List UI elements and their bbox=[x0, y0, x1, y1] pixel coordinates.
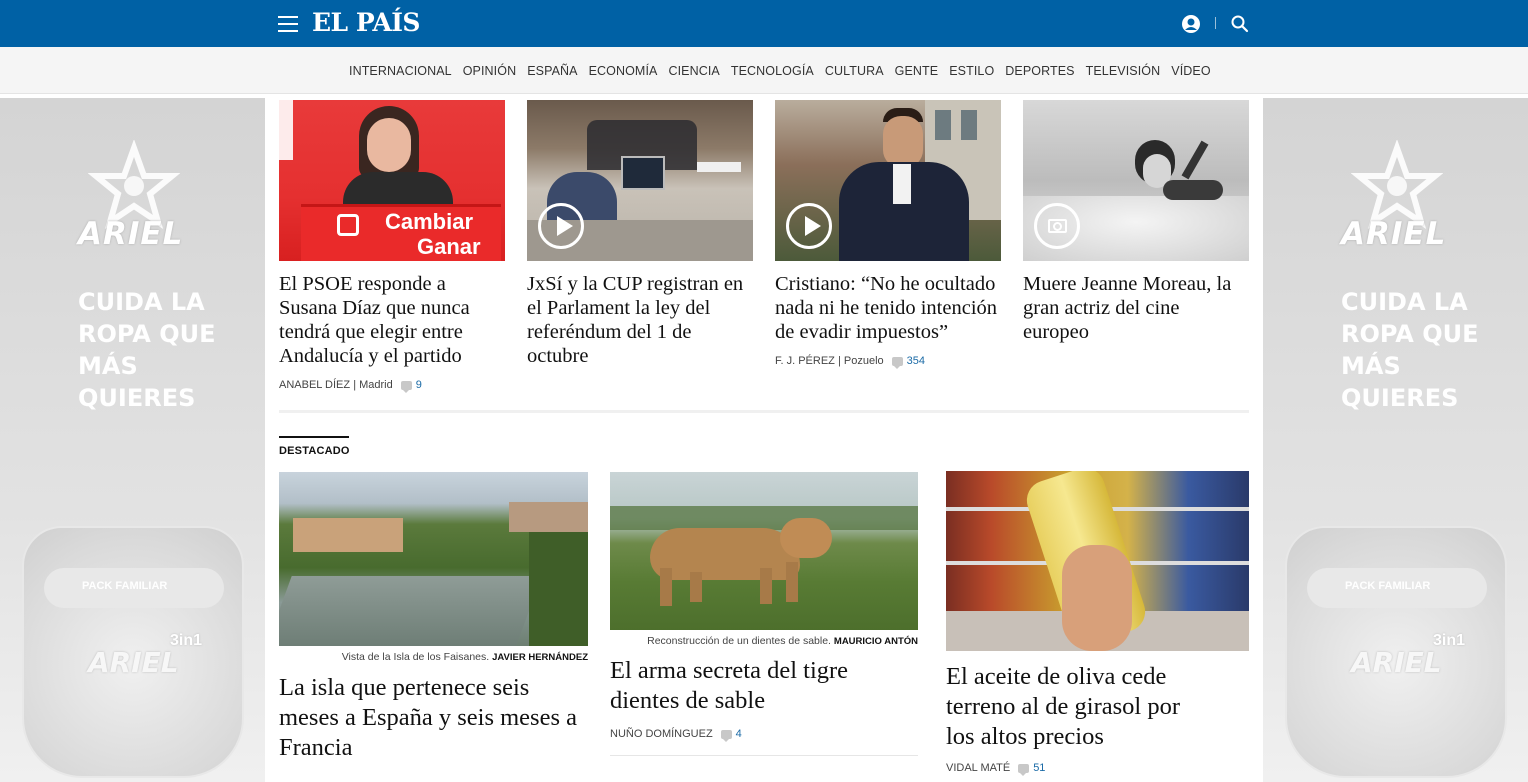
section-title: DESTACADO bbox=[279, 445, 350, 457]
story-headline[interactable]: El aceite de oliva cede terreno al de gi… bbox=[946, 662, 1206, 752]
story-author[interactable]: ANABEL DÍEZ bbox=[279, 379, 350, 391]
photo-gallery-icon[interactable] bbox=[1034, 203, 1080, 249]
olive-oil-bottle-image[interactable] bbox=[946, 471, 1249, 651]
section-divider bbox=[279, 410, 1249, 413]
comment-count[interactable]: 4 bbox=[736, 728, 742, 740]
river-island-image[interactable] bbox=[279, 472, 588, 646]
header-separator bbox=[1215, 17, 1216, 29]
comment-count[interactable]: 354 bbox=[907, 355, 925, 367]
play-video-icon[interactable] bbox=[786, 203, 832, 249]
ad-slogan: CUIDA LA ROPA QUE MÁS QUIERES bbox=[78, 288, 216, 412]
menu-icon[interactable] bbox=[278, 16, 298, 32]
nav-item-tecnologia[interactable]: TECNOLOGÍA bbox=[731, 64, 814, 78]
comment-count[interactable]: 9 bbox=[416, 379, 422, 391]
top-story-card: Cristiano: “No he ocultado nada ni he te… bbox=[775, 100, 1001, 369]
nav-item-estilo[interactable]: ESTILO bbox=[949, 64, 994, 78]
ad-banner-right[interactable]: ARIEL CUIDA LA ROPA QUE MÁS QUIERES PACK… bbox=[1263, 98, 1528, 782]
story-meta: ANABEL DÍEZ | Madrid 9 bbox=[279, 379, 505, 393]
nav-item-espana[interactable]: ESPAÑA bbox=[527, 64, 577, 78]
story-author[interactable]: NUÑO DOMÍNGUEZ bbox=[610, 728, 713, 740]
search-icon[interactable] bbox=[1230, 14, 1250, 34]
image-credit: MAURICIO ANTÓN bbox=[833, 636, 918, 647]
story-meta: NUÑO DOMÍNGUEZ 4 bbox=[610, 728, 918, 756]
pack-brand: ARIEL bbox=[1351, 646, 1442, 679]
nav-item-economia[interactable]: ECONOMÍA bbox=[589, 64, 658, 78]
nav-item-video[interactable]: VÍDEO bbox=[1171, 64, 1210, 78]
section-nav: INTERNACIONAL OPINIÓN ESPAÑA ECONOMÍA CI… bbox=[0, 47, 1528, 94]
pack-brand: ARIEL bbox=[88, 646, 179, 679]
nav-item-opinion[interactable]: OPINIÓN bbox=[463, 64, 516, 78]
comment-icon bbox=[891, 356, 903, 369]
ad-brand-name: ARIEL bbox=[1341, 216, 1447, 252]
story-author[interactable]: VIDAL MATÉ bbox=[946, 762, 1010, 774]
featured-story-card: Reconstrucción de un dientes de sable. M… bbox=[610, 472, 918, 756]
story-headline[interactable]: Cristiano: “No he ocultado nada ni he te… bbox=[775, 272, 1001, 344]
story-meta: F. J. PÉREZ | Pozuelo 354 bbox=[775, 355, 1001, 369]
image-caption: Reconstrucción de un dientes de sable. M… bbox=[647, 635, 918, 647]
story-headline[interactable]: La isla que pertenece seis meses a Españ… bbox=[279, 673, 588, 763]
pack-label: PACK FAMILIAR bbox=[82, 580, 168, 592]
actress-bw-photo-image[interactable] bbox=[1023, 100, 1249, 261]
comment-icon bbox=[720, 729, 732, 742]
story-headline[interactable]: JxSí y la CUP registran en el Parlament … bbox=[527, 272, 753, 368]
play-video-icon[interactable] bbox=[538, 203, 584, 249]
comment-count[interactable]: 51 bbox=[1033, 762, 1045, 774]
politician-at-podium-image[interactable]: Cambiar Ganar bbox=[279, 100, 505, 261]
site-logo[interactable]: EL PAÍS bbox=[312, 8, 420, 37]
top-story-card: Muere Jeanne Moreau, la gran actriz del … bbox=[1023, 100, 1249, 344]
ad-brand-name: ARIEL bbox=[78, 216, 184, 252]
detergent-pack-image: PACK FAMILIAR 3in1 ARIEL bbox=[22, 526, 244, 778]
pack-label: PACK FAMILIAR bbox=[1345, 580, 1431, 592]
story-location: | Pozuelo bbox=[837, 355, 884, 367]
story-headline[interactable]: Muere Jeanne Moreau, la gran actriz del … bbox=[1023, 272, 1249, 344]
user-account-icon[interactable] bbox=[1181, 14, 1201, 34]
featured-story-card: Vista de la Isla de los Faisanes. JAVIER… bbox=[279, 472, 588, 763]
parliament-registry-image[interactable] bbox=[527, 100, 753, 261]
story-headline[interactable]: El PSOE responde a Susana Díaz que nunca… bbox=[279, 272, 505, 368]
nav-item-television[interactable]: TELEVISIÓN bbox=[1086, 64, 1161, 78]
nav-item-cultura[interactable]: CULTURA bbox=[825, 64, 884, 78]
nav-item-deportes[interactable]: DEPORTES bbox=[1005, 64, 1074, 78]
ad-banner-left[interactable]: ARIEL CUIDA LA ROPA QUE MÁS QUIERES PACK… bbox=[0, 98, 265, 782]
nav-item-gente[interactable]: GENTE bbox=[895, 64, 939, 78]
story-headline[interactable]: El arma secreta del tigre dientes de sab… bbox=[610, 656, 918, 716]
story-author[interactable]: F. J. PÉREZ bbox=[775, 355, 835, 367]
featured-story-card: El aceite de oliva cede terreno al de gi… bbox=[946, 471, 1249, 776]
story-meta: VIDAL MATÉ 51 bbox=[946, 762, 1249, 776]
top-bar: EL PAÍS bbox=[0, 0, 1528, 47]
sabertooth-illustration-image[interactable] bbox=[610, 472, 918, 630]
footballer-portrait-image[interactable] bbox=[775, 100, 1001, 261]
detergent-pack-image: PACK FAMILIAR 3in1 ARIEL bbox=[1285, 526, 1507, 778]
main-content: Cambiar Ganar El PSOE responde a Susana … bbox=[279, 98, 1249, 782]
image-caption: Vista de la Isla de los Faisanes. JAVIER… bbox=[341, 651, 588, 663]
top-story-card: Cambiar Ganar El PSOE responde a Susana … bbox=[279, 100, 505, 393]
comment-icon bbox=[1018, 763, 1030, 776]
nav-item-ciencia[interactable]: CIENCIA bbox=[668, 64, 719, 78]
nav-item-internacional[interactable]: INTERNACIONAL bbox=[349, 64, 452, 78]
comment-icon bbox=[400, 380, 412, 393]
top-story-card: JxSí y la CUP registran en el Parlament … bbox=[527, 100, 753, 368]
ad-slogan: CUIDA LA ROPA QUE MÁS QUIERES bbox=[1341, 288, 1479, 412]
story-location: | Madrid bbox=[353, 379, 393, 391]
image-credit: JAVIER HERNÁNDEZ bbox=[492, 652, 588, 663]
